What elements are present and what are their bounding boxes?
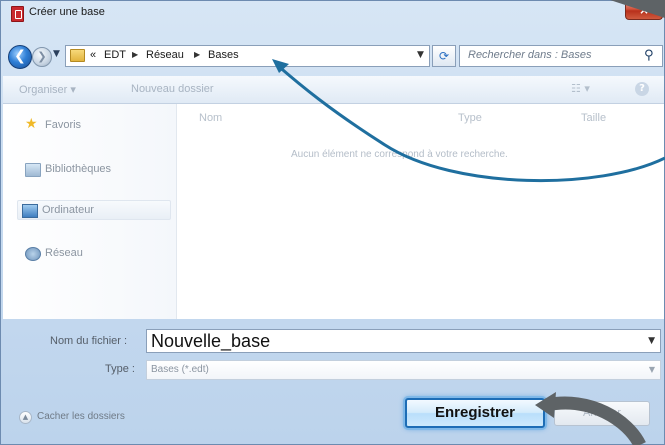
sidebar-item-label: Bibliothèques — [45, 163, 112, 175]
refresh-button[interactable]: ⟳ — [432, 45, 456, 67]
save-form: Nom du fichier : Nouvelle_base ▼ Type : … — [1, 323, 665, 443]
back-button[interactable]: ❮ — [8, 45, 32, 69]
folder-icon — [70, 49, 85, 62]
new-folder-button[interactable]: Nouveau dossier — [131, 83, 214, 95]
breadcrumb-item-reseau[interactable]: Réseau — [146, 49, 184, 61]
breadcrumb-item-edt[interactable]: EDT — [104, 49, 126, 61]
address-bar[interactable]: « EDT ▶ Réseau ▶ Bases ▼ — [65, 45, 430, 67]
empty-folder-message: Aucun élément ne correspond à votre rech… — [291, 149, 508, 160]
forward-button[interactable]: ❯ — [32, 47, 52, 67]
recent-pages-dropdown-icon[interactable]: ▼ — [53, 49, 60, 59]
search-input[interactable]: Rechercher dans : Bases ⚲ — [459, 45, 663, 67]
type-label: Type : — [105, 363, 135, 375]
sidebar-item-label: Favoris — [45, 119, 82, 131]
window-title: Créer une base — [29, 6, 105, 18]
file-type-select[interactable]: Bases (*.edt) ▼ — [146, 360, 661, 380]
breadcrumb-separator-icon[interactable]: ▶ — [132, 50, 138, 59]
organize-button[interactable]: Organiser ▾ — [19, 83, 76, 96]
search-icon[interactable]: ⚲ — [644, 48, 654, 63]
filename-dropdown-icon[interactable]: ▼ — [648, 336, 655, 346]
sidebar-item-label: Réseau — [45, 247, 83, 259]
app-icon — [11, 6, 24, 22]
cancel-button[interactable]: Annuler — [554, 401, 650, 426]
save-button[interactable]: Enregistrer — [405, 398, 545, 428]
navigation-pane: ★ Favoris Bibliothèques Ordinateur Résea… — [3, 104, 177, 319]
sidebar-item-ordinateur[interactable]: Ordinateur — [17, 200, 171, 220]
sidebar-item-favoris[interactable]: ★ Favoris — [21, 116, 175, 136]
close-button[interactable]: × — [625, 1, 663, 20]
help-icon[interactable]: ? — [635, 82, 649, 96]
title-bar: Créer une base × — [1, 1, 665, 35]
column-header-name[interactable]: Nom — [199, 112, 222, 124]
address-dropdown-icon[interactable]: ▼ — [417, 50, 424, 60]
sidebar-item-label: Ordinateur — [42, 204, 94, 216]
save-dialog: Créer une base × ❮ ❯ ▼ « EDT ▶ Réseau ▶ … — [0, 0, 665, 445]
chevron-up-icon: ▲ — [19, 411, 32, 424]
library-icon — [25, 163, 41, 177]
filename-value[interactable]: Nouvelle_base — [151, 331, 270, 352]
column-header-size[interactable]: Taille — [581, 112, 606, 124]
network-icon — [25, 247, 41, 261]
star-icon: ★ — [25, 116, 38, 132]
search-placeholder: Rechercher dans : Bases — [468, 49, 592, 61]
hide-folders-label: Cacher les dossiers — [37, 411, 125, 422]
view-options-icon[interactable]: ☷ ▾ — [571, 82, 590, 95]
file-type-value: Bases (*.edt) — [151, 364, 209, 375]
filename-label: Nom du fichier : — [50, 335, 128, 347]
command-toolbar: Organiser ▾ Nouveau dossier ☷ ▾ ? — [3, 76, 664, 104]
breadcrumb-overflow[interactable]: « — [90, 49, 96, 61]
filename-field[interactable]: Nouvelle_base ▼ — [146, 329, 661, 353]
breadcrumb-separator-icon[interactable]: ▶ — [194, 50, 200, 59]
sidebar-item-reseau[interactable]: Réseau — [21, 244, 175, 264]
browser-area: ★ Favoris Bibliothèques Ordinateur Résea… — [3, 104, 664, 319]
column-header-type[interactable]: Type — [458, 112, 482, 124]
computer-icon — [22, 204, 38, 218]
breadcrumb-item-bases[interactable]: Bases — [208, 49, 239, 61]
navigation-bar: ❮ ❯ ▼ « EDT ▶ Réseau ▶ Bases ▼ ⟳ Recherc… — [1, 41, 665, 71]
sidebar-item-bibliotheques[interactable]: Bibliothèques — [21, 160, 175, 180]
file-type-dropdown-icon[interactable]: ▼ — [649, 365, 655, 374]
